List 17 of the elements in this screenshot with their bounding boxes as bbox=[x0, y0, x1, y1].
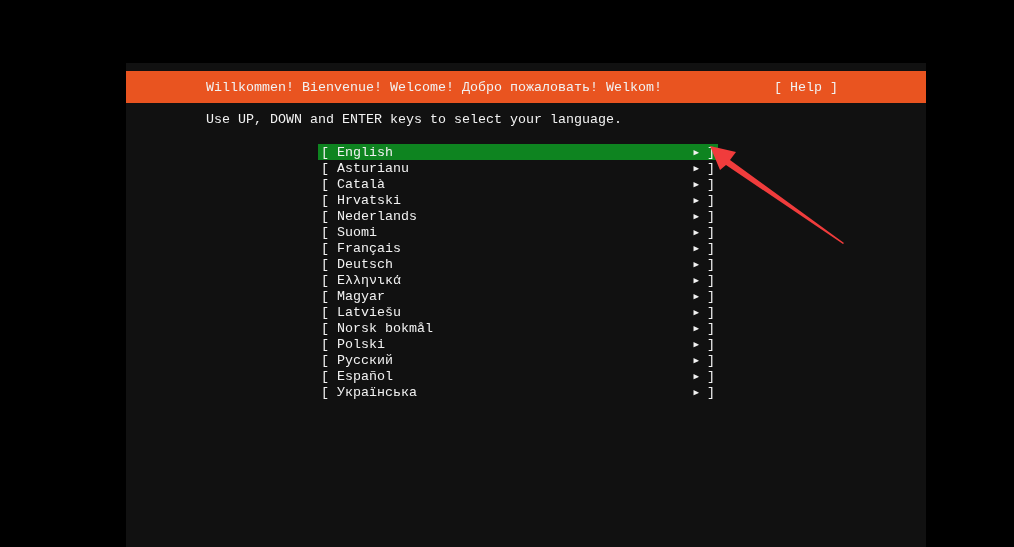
language-option[interactable]: [ Français ▶ ] bbox=[318, 240, 718, 256]
language-option[interactable]: [ Español ▶ ] bbox=[318, 368, 718, 384]
language-option[interactable]: [ Nederlands ▶ ] bbox=[318, 208, 718, 224]
language-option[interactable]: [ Русский ▶ ] bbox=[318, 352, 718, 368]
language-option[interactable]: [ Latviešu ▶ ] bbox=[318, 304, 718, 320]
language-option[interactable]: [ Українська ▶ ] bbox=[318, 384, 718, 400]
instruction-text: Use UP, DOWN and ENTER keys to select your language. bbox=[206, 112, 623, 128]
welcome-title: Willkommen! Bienvenue! Welcome! Добро пожаловать! Welkom! bbox=[206, 79, 662, 95]
language-option[interactable]: [ Ελληνικά ▶ ] bbox=[318, 272, 718, 288]
language-option[interactable]: [ Norsk bokmål ▶ ] bbox=[318, 320, 718, 336]
language-option[interactable]: [ Asturianu ▶ ] bbox=[318, 160, 718, 176]
language-option[interactable]: [ Suomi ▶ ] bbox=[318, 224, 718, 240]
language-option[interactable]: [ Català ▶ ] bbox=[318, 176, 718, 192]
language-option[interactable]: [ Polski ▶ ] bbox=[318, 336, 718, 352]
language-option[interactable]: [ Deutsch ▶ ] bbox=[318, 256, 718, 272]
language-option[interactable]: [ Hrvatski ▶ ] bbox=[318, 192, 718, 208]
language-option[interactable]: [ Magyar ▶ ] bbox=[318, 288, 718, 304]
